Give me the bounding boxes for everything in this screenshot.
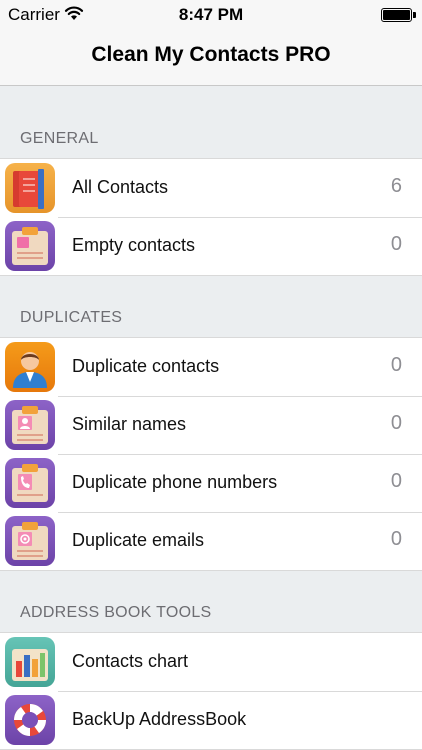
lifebuoy-icon — [5, 695, 55, 745]
row-empty-contacts[interactable]: Empty contacts 0 — [0, 217, 422, 275]
row-label: Duplicate contacts — [72, 356, 220, 376]
bar-chart-icon — [5, 637, 55, 687]
section-general: All Contacts 6 Empty contacts 0 — [0, 158, 422, 276]
status-bar: Carrier 8:47 PM — [0, 0, 422, 30]
clock-time: 8:47 PM — [178, 5, 244, 24]
row-all-contacts[interactable]: All Contacts 6 — [0, 159, 422, 217]
row-label: BackUp AddressBook — [72, 709, 247, 729]
row-label: Duplicate emails — [72, 530, 205, 550]
phone-clipboard-icon — [5, 458, 55, 508]
row-duplicate-emails[interactable]: Duplicate emails 0 — [0, 512, 422, 570]
row-label: All Contacts — [72, 177, 169, 197]
person-icon — [5, 342, 55, 392]
row-backup-addressbook[interactable]: BackUp AddressBook — [0, 691, 422, 749]
row-duplicate-phone-numbers[interactable]: Duplicate phone numbers 0 — [0, 454, 422, 512]
section-duplicates: Duplicate contacts 0 Similar names 0 Dup… — [0, 337, 422, 571]
row-count: 0 — [390, 528, 402, 550]
row-similar-names[interactable]: Similar names 0 — [0, 396, 422, 454]
row-count: 6 — [390, 175, 402, 197]
email-clipboard-icon — [5, 516, 55, 566]
section-header-address-book-tools: ADDRESS BOOK TOOLS — [20, 604, 212, 621]
row-count: 0 — [390, 233, 402, 255]
section-header-general: GENERAL — [20, 130, 99, 147]
contacts-book-icon — [5, 163, 55, 213]
empty-clipboard-icon — [5, 221, 55, 271]
row-label: Contacts chart — [72, 651, 189, 671]
section-address-book-tools: Contacts chart BackUp AddressBook — [0, 632, 422, 750]
row-duplicate-contacts[interactable]: Duplicate contacts 0 — [0, 338, 422, 396]
row-count: 0 — [390, 354, 402, 376]
row-count: 0 — [390, 412, 402, 434]
row-contacts-chart[interactable]: Contacts chart — [0, 633, 422, 691]
navigation-bar: Clean My Contacts PRO — [0, 30, 422, 86]
section-header-duplicates: DUPLICATES — [20, 309, 123, 326]
row-label: Duplicate phone numbers — [72, 472, 278, 492]
contact-card-clipboard-icon — [5, 400, 55, 450]
row-label: Similar names — [72, 414, 187, 434]
page-title: Clean My Contacts PRO — [91, 43, 331, 66]
row-label: Empty contacts — [72, 235, 196, 255]
battery-icon — [381, 8, 416, 22]
row-count: 0 — [390, 470, 402, 492]
